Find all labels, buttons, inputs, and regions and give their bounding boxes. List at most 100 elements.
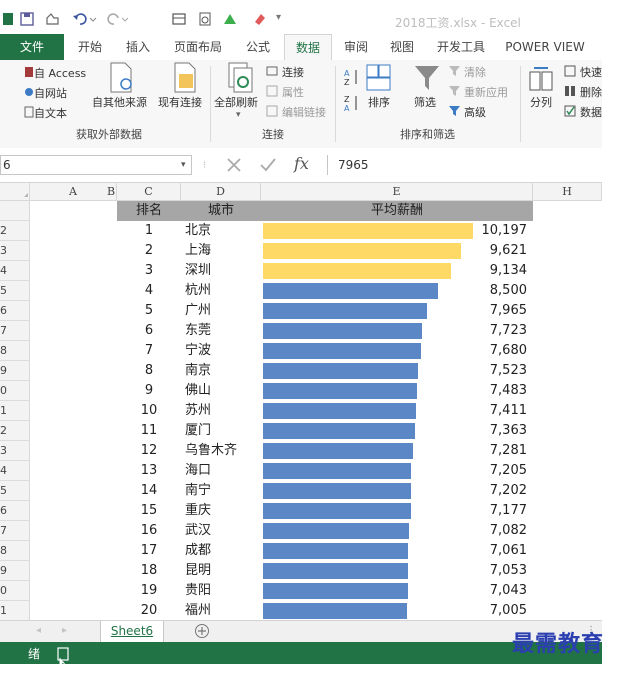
cell-salary[interactable]: 7,411 [461,401,527,421]
cell-rank[interactable]: 7 [117,341,181,361]
cell-city[interactable]: 北京 [185,221,261,241]
cell-rank[interactable]: 19 [117,581,181,601]
cell-city[interactable]: 重庆 [185,501,261,521]
header-rank[interactable]: 排名 [117,201,181,221]
existing-connections-button[interactable]: 现有连接 [158,94,202,110]
cell-rank[interactable]: 3 [117,261,181,281]
row-header[interactable]: 6 [0,301,30,321]
cell-salary[interactable]: 7,202 [461,481,527,501]
worksheet-grid[interactable]: A B C D E H 23456789012345678901 排名 城市 平… [0,183,602,620]
from-access-button[interactable]: 自 Access [34,65,86,81]
cell-salary[interactable]: 7,363 [461,421,527,441]
cell-rank[interactable]: 18 [117,561,181,581]
row-header[interactable]: 9 [0,561,30,581]
cell-city[interactable]: 宁波 [185,341,261,361]
cell-rank[interactable]: 6 [117,321,181,341]
row-header[interactable]: 8 [0,341,30,361]
macro-record-icon[interactable] [56,646,72,666]
cell-city[interactable]: 南宁 [185,481,261,501]
tab-file[interactable]: 文件 [0,34,64,60]
tab-view[interactable]: 视图 [380,34,424,60]
cell-salary[interactable]: 7,483 [461,381,527,401]
cell-city[interactable]: 海口 [185,461,261,481]
flash-fill-button[interactable]: 快速 [580,64,602,80]
tab-home[interactable]: 开始 [68,34,112,60]
cell-city[interactable]: 广州 [185,301,261,321]
column-header-c[interactable]: C [117,183,181,201]
eraser-icon[interactable] [252,12,266,26]
cell-salary[interactable]: 7,177 [461,501,527,521]
row-header[interactable]: 0 [0,581,30,601]
from-text-button[interactable]: 自文本 [34,105,67,121]
data-validation-button[interactable]: 数据 [580,104,602,120]
sheet-tab-sheet6[interactable]: Sheet6 [100,621,164,643]
form-icon[interactable] [172,12,186,26]
cell-rank[interactable]: 12 [117,441,181,461]
cell-city[interactable]: 福州 [185,601,261,620]
cell-city[interactable]: 武汉 [185,521,261,541]
cell-salary[interactable]: 7,723 [461,321,527,341]
cell-rank[interactable]: 1 [117,221,181,241]
cell-city[interactable]: 昆明 [185,561,261,581]
refresh-dropdown-icon[interactable]: ▾ [236,110,241,120]
cell-city[interactable]: 厦门 [185,421,261,441]
tab-review[interactable]: 审阅 [336,34,376,60]
row-header[interactable]: 3 [0,241,30,261]
column-header-e[interactable]: E [261,183,533,201]
row-header[interactable] [0,201,30,221]
cell-salary[interactable]: 7,281 [461,441,527,461]
cell-rank[interactable]: 16 [117,521,181,541]
row-header[interactable]: 1 [0,601,30,620]
cell-salary[interactable]: 7,680 [461,341,527,361]
row-header[interactable]: 4 [0,461,30,481]
cell-salary[interactable]: 7,053 [461,561,527,581]
refresh-all-button[interactable]: 全部刷新 [214,94,258,110]
cell-city[interactable]: 佛山 [185,381,261,401]
cell-salary[interactable]: 10,197 [461,221,528,241]
tab-developer[interactable]: 开发工具 [432,34,490,60]
column-header-h[interactable]: H [533,183,602,201]
macro-icon[interactable] [222,12,238,26]
from-web-button[interactable]: 自网站 [34,85,67,101]
connections-button[interactable]: 连接 [282,64,304,80]
name-box[interactable]: 6 ▾ [0,155,192,175]
insert-function-icon[interactable]: fx [294,154,309,173]
tab-power-view[interactable]: POWER VIEW [502,34,588,60]
row-header[interactable]: 2 [0,421,30,441]
cell-city[interactable]: 苏州 [185,401,261,421]
cell-rank[interactable]: 5 [117,301,181,321]
column-header-d[interactable]: D [181,183,261,201]
cell-salary[interactable]: 9,134 [461,261,527,281]
split-button[interactable]: 分列 [530,94,552,110]
row-header[interactable]: 7 [0,321,30,341]
row-header[interactable]: 7 [0,521,30,541]
drag-handle-icon[interactable]: ⁝ [203,160,206,171]
row-header[interactable]: 5 [0,481,30,501]
row-header[interactable]: 8 [0,541,30,561]
cell-city[interactable]: 贵阳 [185,581,261,601]
row-header[interactable]: 6 [0,501,30,521]
cell-rank[interactable]: 2 [117,241,181,261]
row-header[interactable]: 4 [0,261,30,281]
touch-mode-icon[interactable] [44,12,62,26]
cell-rank[interactable]: 4 [117,281,181,301]
cell-salary[interactable]: 7,082 [461,521,527,541]
name-box-dropdown-icon[interactable]: ▾ [181,156,186,174]
cell-city[interactable]: 杭州 [185,281,261,301]
scroll-right-icon[interactable]: ▸ [62,625,67,636]
save-icon[interactable] [20,12,34,26]
properties-button[interactable]: 属性 [282,84,304,100]
cancel-icon[interactable] [224,155,244,175]
cell-rank[interactable]: 10 [117,401,181,421]
customize-toolbar-icon[interactable]: ▾ [276,12,281,23]
cell-salary[interactable]: 7,205 [461,461,527,481]
column-header-a[interactable]: A [30,183,117,201]
cell-rank[interactable]: 20 [117,601,181,620]
row-header[interactable]: 3 [0,441,30,461]
advanced-button[interactable]: 高级 [464,104,486,120]
cell-salary[interactable]: 9,621 [461,241,527,261]
formula-input[interactable]: 7965 [327,155,613,175]
tab-page-layout[interactable]: 页面布局 [166,34,230,60]
edit-links-button[interactable]: 编辑链接 [282,104,326,120]
cell-rank[interactable]: 8 [117,361,181,381]
